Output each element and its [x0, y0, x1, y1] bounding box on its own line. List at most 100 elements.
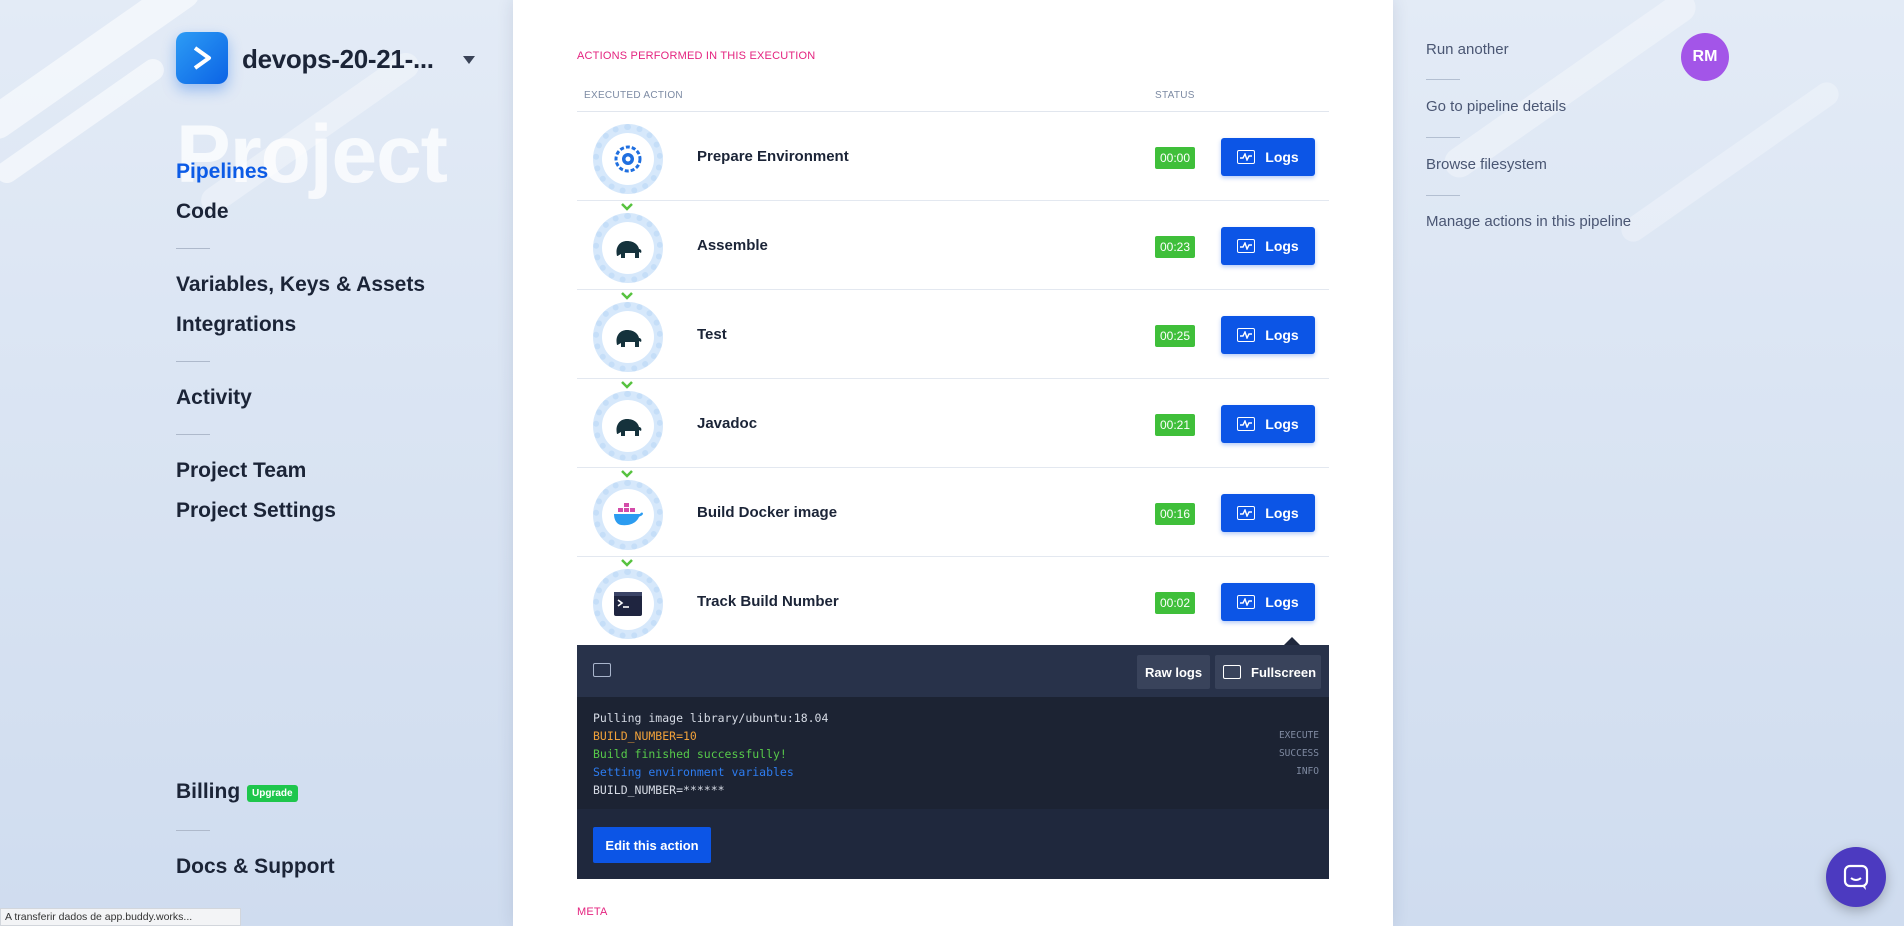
manage-actions-link[interactable]: Manage actions in this pipeline: [1426, 213, 1631, 230]
logs-button[interactable]: Logs: [1221, 227, 1315, 265]
log-tag: SUCCESS: [1278, 748, 1319, 759]
logs-button[interactable]: Logs: [1221, 138, 1315, 176]
project-name[interactable]: devops-20-21-...: [242, 44, 442, 75]
fullscreen-button[interactable]: Fullscreen: [1215, 655, 1321, 689]
logs-button[interactable]: Logs: [1221, 583, 1315, 621]
chevron-down-icon: [621, 203, 633, 211]
column-header-action: EXECUTED ACTION: [584, 90, 683, 101]
fullscreen-button-label: Fullscreen: [1251, 664, 1317, 680]
section-title-meta: META: [577, 906, 608, 918]
action-name[interactable]: Track Build Number: [697, 593, 839, 610]
section-title-actions: ACTIONS PERFORMED IN THIS EXECUTION: [577, 50, 816, 62]
log-panel-pointer: [1284, 637, 1300, 645]
background-decoration: [1616, 77, 1844, 247]
terminal-icon: [614, 592, 642, 616]
nav-pipelines[interactable]: Pipelines: [176, 160, 268, 184]
edit-action-button[interactable]: Edit this action: [593, 827, 711, 863]
page-watermark: Project: [176, 109, 448, 200]
nav-divider: [176, 248, 210, 249]
action-icon-frame: [593, 480, 663, 550]
upgrade-badge[interactable]: Upgrade: [247, 785, 298, 802]
nav-billing[interactable]: Billing: [176, 780, 240, 804]
action-icon-frame: [593, 569, 663, 639]
action-name[interactable]: Assemble: [697, 237, 768, 254]
logs-button-label: Logs: [1265, 505, 1299, 521]
raw-logs-button[interactable]: Raw logs: [1137, 655, 1211, 689]
right-divider: [1426, 195, 1460, 196]
log-toolbar: Raw logs Fullscreen: [577, 645, 1329, 697]
caret-down-icon[interactable]: [463, 56, 475, 64]
log-panel: Raw logs Fullscreen Pulling image librar…: [577, 645, 1329, 879]
status-badge: 00:25: [1155, 325, 1196, 347]
pulse-icon: [1237, 595, 1256, 609]
sidebar: devops-20-21-... Project Pipelines Code …: [0, 0, 510, 926]
chat-icon: [1843, 864, 1869, 890]
status-badge: 00:00: [1155, 147, 1196, 169]
chevron-down-icon: [621, 470, 633, 478]
project-logo[interactable]: [176, 32, 228, 84]
action-icon-frame: [593, 124, 663, 194]
action-row: Assemble 00:23 Logs: [577, 201, 1329, 300]
status-badge: 00:21: [1155, 414, 1196, 436]
nav-activity[interactable]: Activity: [176, 386, 252, 410]
chat-launcher-button[interactable]: [1826, 847, 1886, 907]
gradle-elephant-icon: [616, 330, 642, 347]
logs-button-label: Logs: [1265, 416, 1299, 432]
avatar[interactable]: RM: [1681, 33, 1729, 81]
browse-filesystem-link[interactable]: Browse filesystem: [1426, 156, 1547, 173]
nav-divider: [176, 434, 210, 435]
nav-divider: [176, 830, 210, 831]
nav-code[interactable]: Code: [176, 200, 229, 224]
logs-button-label: Logs: [1265, 594, 1299, 610]
status-badge: 00:16: [1155, 503, 1196, 525]
action-row: Prepare Environment 00:00 Logs: [577, 112, 1329, 211]
status-badge: 00:23: [1155, 236, 1196, 258]
action-name[interactable]: Build Docker image: [697, 504, 837, 521]
chevron-down-icon: [621, 559, 633, 567]
browser-status-bar: A transferir dados de app.buddy.works...: [0, 908, 241, 926]
action-name[interactable]: Test: [697, 326, 727, 343]
action-name[interactable]: Prepare Environment: [697, 148, 849, 165]
log-output: Pulling image library/ubuntu:18.04 BUILD…: [577, 697, 1329, 809]
run-another-link[interactable]: Run another: [1426, 41, 1509, 58]
pulse-icon: [1237, 417, 1256, 431]
nav-docs-support[interactable]: Docs & Support: [176, 855, 335, 879]
action-row: Test 00:25 Logs: [577, 290, 1329, 389]
pulse-icon: [1237, 150, 1256, 164]
fullscreen-icon: [1223, 665, 1241, 679]
pulse-icon: [593, 663, 611, 677]
pulse-icon: [1237, 506, 1256, 520]
log-line: Build finished successfully!: [593, 747, 787, 761]
log-line: BUILD_NUMBER=10: [593, 729, 697, 743]
column-header-status: STATUS: [1155, 90, 1195, 101]
chevron-down-icon: [621, 292, 633, 300]
logs-button[interactable]: Logs: [1221, 316, 1315, 354]
pulse-icon: [1237, 239, 1256, 253]
pipeline-details-link[interactable]: Go to pipeline details: [1426, 98, 1566, 115]
logs-button-label: Logs: [1265, 238, 1299, 254]
status-badge: 00:02: [1155, 592, 1196, 614]
action-row: Build Docker image 00:16 Logs: [577, 468, 1329, 567]
nav-divider: [176, 361, 210, 362]
logs-button[interactable]: Logs: [1221, 405, 1315, 443]
gear-refresh-icon: [614, 145, 642, 173]
logs-button[interactable]: Logs: [1221, 494, 1315, 532]
action-row: Track Build Number 00:02 Logs: [577, 557, 1329, 646]
chevron-right-icon: [193, 46, 211, 70]
logs-button-label: Logs: [1265, 149, 1299, 165]
action-icon-frame: [593, 302, 663, 372]
gradle-elephant-icon: [616, 241, 642, 258]
action-icon-frame: [593, 213, 663, 283]
logs-button-label: Logs: [1265, 327, 1299, 343]
log-tag: EXECUTE: [1278, 730, 1319, 741]
action-name[interactable]: Javadoc: [697, 415, 757, 432]
nav-integrations[interactable]: Integrations: [176, 313, 296, 337]
pulse-icon: [1237, 328, 1256, 342]
docker-whale-icon: [614, 503, 643, 526]
right-divider: [1426, 79, 1460, 80]
nav-variables[interactable]: Variables, Keys & Assets: [176, 273, 425, 297]
log-tag: INFO: [1296, 766, 1319, 777]
nav-project-settings[interactable]: Project Settings: [176, 499, 336, 523]
nav-project-team[interactable]: Project Team: [176, 459, 306, 483]
log-line: Setting environment variables: [593, 765, 794, 779]
